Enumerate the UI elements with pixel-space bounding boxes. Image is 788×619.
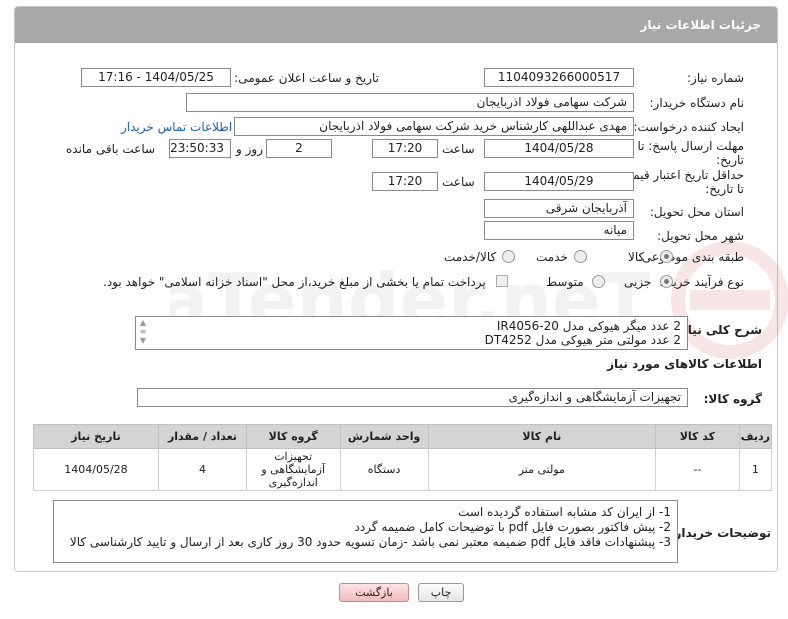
city-label: شهر محل تحویل:: [657, 229, 744, 243]
province-label: استان محل تحویل:: [649, 205, 744, 219]
col-name: نام کالا: [427, 424, 656, 449]
validity-date-field: 1404/05/29: [484, 172, 634, 191]
creator-label: ایجاد کننده درخواست:: [633, 120, 744, 134]
col-qty: تعداد / مقدار: [157, 424, 247, 449]
category-radio-service[interactable]: [574, 250, 587, 263]
back-button[interactable]: بازگشت: [339, 583, 409, 602]
table-row: 1 -- مولتی متر دستگاه تجهیزات آزمایشگاهی…: [33, 448, 773, 491]
category-option-goods: کالا: [628, 250, 645, 264]
print-button[interactable]: چاپ: [418, 583, 464, 602]
remaining-label: ساعت باقی مانده: [66, 142, 156, 156]
validity-label-date: تا تاریخ:: [705, 182, 744, 196]
note-line-3: 3- پیشنهادات فاقد فایل pdf ضمیمه معتبر ن…: [69, 535, 671, 549]
days-field: 2: [266, 139, 332, 158]
cell-row: 1: [738, 448, 773, 491]
announce-label: تاریخ و ساعت اعلان عمومی:: [234, 71, 379, 85]
col-unit: واحد شمارش: [339, 424, 429, 449]
validity-hour-label: ساعت: [442, 175, 475, 189]
category-radio-goods[interactable]: [660, 250, 673, 263]
buyer-contact-link[interactable]: اطلاعات تماس خریدار: [121, 120, 232, 134]
cell-code: --: [654, 448, 740, 491]
category-radio-both[interactable]: [502, 250, 515, 263]
need-number-label: شماره نیاز:: [687, 71, 744, 85]
buyer-notes-label: توضیحات خریدار:: [669, 526, 771, 540]
goods-table: ردیف کد کالا نام کالا واحد شمارش گروه کا…: [33, 424, 773, 491]
city-field: میانه: [484, 221, 634, 240]
cell-qty: 4: [157, 448, 247, 491]
validity-label: حداقل تاریخ اعتبار قیمت:: [617, 168, 744, 182]
description-line-1: 2 عدد میگر هیوکی مدل IR4056-20: [496, 319, 681, 333]
process-option-medium: متوسط: [546, 275, 584, 289]
cell-date: 1404/05/28: [33, 448, 159, 491]
note-line-2: 2- پیش فاکتور بصورت فایل pdf با توضیحات …: [354, 520, 671, 534]
province-field: آذربایجان شرقی: [484, 199, 634, 218]
category-option-service: خدمت: [536, 250, 568, 264]
description-scrollbar[interactable]: ▲ ≡ ▼: [137, 318, 149, 348]
treasury-payment-note: پرداخت تمام یا بخشی از مبلغ خرید،از محل …: [103, 275, 486, 289]
need-number-field: 1104093266000517: [484, 68, 634, 87]
process-radio-medium[interactable]: [592, 275, 605, 288]
announce-field: 1404/05/25 - 17:16: [81, 68, 231, 87]
panel-title: جزئیات اطلاعات نیاز: [15, 7, 777, 43]
description-label: شرح کلی نیاز:: [676, 323, 762, 337]
col-group: گروه کالا: [245, 424, 341, 449]
description-line-2: 2 عدد مولتی متر هیوکی مدل DT4252: [484, 333, 681, 347]
cell-unit: دستگاه: [339, 448, 429, 491]
buyer-org-label: نام دستگاه خریدار:: [649, 96, 745, 110]
deadline-hour-label: ساعت: [442, 142, 475, 156]
buyer-notes-box: 1- از ایران کد مشابه استفاده گردیده است …: [53, 500, 678, 563]
table-header-row: ردیف کد کالا نام کالا واحد شمارش گروه کا…: [33, 424, 773, 449]
col-row: ردیف: [738, 424, 773, 449]
goods-group-field: تجهیزات آزمایشگاهی و اندازه‌گیری: [137, 388, 688, 407]
creator-field: مهدی عبداللهی کارشناس خرید شرکت سهامی فو…: [234, 117, 634, 136]
days-label: روز و: [236, 142, 263, 156]
validity-time-field: 17:20: [372, 172, 438, 191]
col-date: تاریخ نیاز: [33, 424, 159, 449]
cell-name: مولتی متر: [427, 448, 656, 491]
description-textarea[interactable]: 2 عدد میگر هیوکی مدل IR4056-20 2 عدد مول…: [135, 316, 688, 350]
remaining-time-field: 23:50:33: [169, 139, 231, 158]
deadline-time-field: 17:20: [372, 139, 438, 158]
buyer-org-field: شرکت سهامی فولاد اذربایجان: [186, 93, 634, 112]
goods-group-label: گروه کالا:: [703, 392, 762, 406]
deadline-label: مهلت ارسال پاسخ: تا: [637, 139, 744, 153]
process-radio-minor[interactable]: [660, 275, 673, 288]
col-code: کد کالا: [654, 424, 740, 449]
deadline-label-date: تاریخ:: [716, 153, 744, 167]
note-line-1: 1- از ایران کد مشابه استفاده گردیده است: [458, 505, 671, 519]
category-label: طبقه بندی موضوعی:: [637, 250, 744, 264]
process-option-minor: جزیی: [624, 275, 652, 289]
treasury-payment-checkbox[interactable]: [496, 275, 508, 287]
deadline-date-field: 1404/05/28: [484, 139, 634, 158]
goods-section-title: اطلاعات کالاهای مورد نیاز: [607, 357, 762, 371]
category-option-both: کالا/خدمت: [444, 250, 497, 264]
cell-group: تجهیزات آزمایشگاهی و اندازه‌گیری: [245, 448, 341, 491]
